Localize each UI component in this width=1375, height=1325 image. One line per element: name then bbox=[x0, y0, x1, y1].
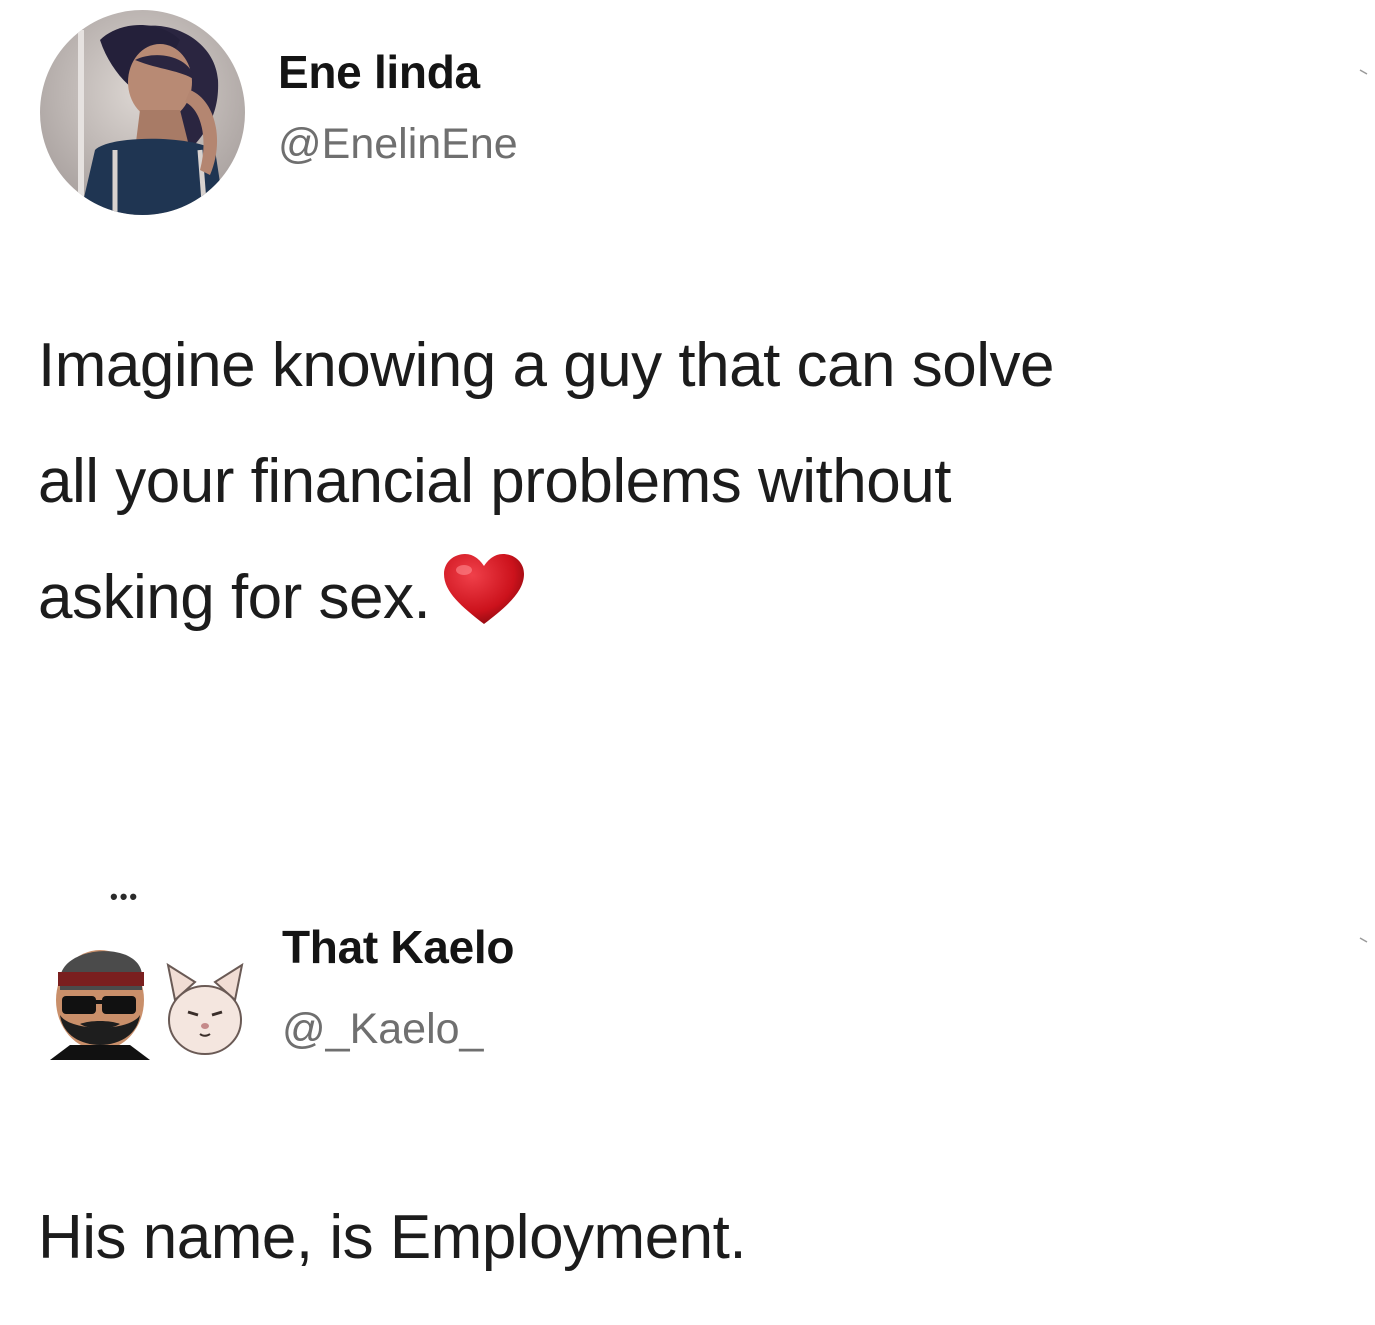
tweet-text-line-content: asking for sex. bbox=[38, 563, 431, 632]
chevron-icon[interactable] bbox=[1359, 68, 1369, 78]
tweet-text-line-last: asking for sex. bbox=[38, 540, 1368, 656]
bearded-man-cartoon-avatar[interactable] bbox=[40, 920, 250, 1060]
tweet-text-line: all your financial problems without bbox=[38, 447, 951, 516]
tweet-card[interactable]: Ene linda @EnelinEne Imagine knowing a g… bbox=[0, 0, 1375, 700]
user-handle[interactable]: @EnelinEne bbox=[278, 120, 518, 169]
more-dots-icon[interactable]: ••• bbox=[110, 884, 139, 910]
user-handle[interactable]: @_Kaelo_ bbox=[282, 1005, 483, 1054]
display-name[interactable]: That Kaelo bbox=[282, 920, 514, 974]
tweet-text-line: His name, is Employment. bbox=[38, 1203, 747, 1272]
display-name[interactable]: Ene linda bbox=[278, 45, 480, 99]
tweet-text-line: Imagine knowing a guy that can solve bbox=[38, 331, 1054, 400]
tweet-text: His name, is Employment. bbox=[38, 1180, 1238, 1296]
chevron-icon[interactable] bbox=[1359, 936, 1369, 946]
profile-photo-avatar[interactable] bbox=[40, 10, 245, 215]
tweet-text: Imagine knowing a guy that can solve all… bbox=[38, 308, 1368, 656]
cat-face-emoji-icon bbox=[166, 962, 244, 1055]
tweet-card[interactable]: ••• That Kaelo @_Kaelo_ His name, is Emp… bbox=[0, 870, 1375, 1300]
heart-icon bbox=[444, 554, 525, 624]
